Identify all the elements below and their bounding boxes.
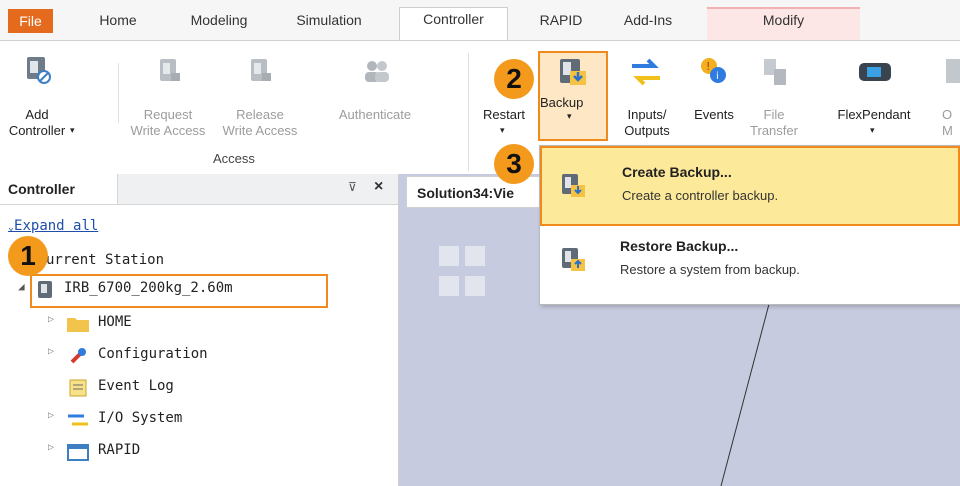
- expand-all-link[interactable]: ⌄Expand all: [8, 218, 98, 234]
- ribbon-tab-bar: File Home Modeling Simulation Controller…: [0, 0, 960, 40]
- tree-item-home[interactable]: HOME: [98, 314, 132, 330]
- expand-arrow-icon[interactable]: ▷: [48, 410, 54, 421]
- monitor-icon: [946, 59, 960, 83]
- flexpendant-icon: [859, 63, 891, 81]
- io-arrows-icon: [632, 58, 660, 86]
- create-backup-icon: [562, 174, 585, 197]
- tree-item-event-log[interactable]: Event Log: [98, 378, 174, 394]
- add-controller-label-1: Add: [25, 107, 49, 122]
- separator: [118, 63, 119, 123]
- tab-simulation[interactable]: Simulation: [286, 9, 372, 40]
- expand-arrow-icon[interactable]: ▷: [48, 442, 54, 453]
- backup-dropdown-menu: Create Backup... Create a controller bac…: [539, 145, 960, 305]
- file-transfer-label-2: Transfer: [750, 123, 798, 138]
- tree-item-io-system[interactable]: I/O System: [98, 410, 182, 426]
- chevron-down-icon: ▾: [870, 125, 875, 135]
- tab-modify[interactable]: Modify: [707, 7, 860, 40]
- controller-node-label[interactable]: IRB_6700_200kg_2.60m: [64, 280, 233, 296]
- inputs-label-2: Outputs: [624, 123, 670, 138]
- restart-label: Restart: [483, 107, 525, 122]
- restore-backup-icon: [562, 248, 585, 271]
- flexpendant-label: FlexPendant: [837, 107, 911, 122]
- online-monitor-label-2: M: [942, 123, 953, 138]
- authenticate-button[interactable]: Authenticate: [326, 55, 424, 147]
- controller-node-icon: [38, 281, 52, 298]
- controller-add-icon: [27, 57, 51, 84]
- group-label-access: Access: [213, 151, 255, 166]
- expand-all-label: Expand all: [14, 218, 99, 234]
- events-icon: ! i: [701, 58, 726, 83]
- chevron-down-icon: ▾: [500, 125, 505, 135]
- tab-rapid[interactable]: RAPID: [532, 9, 590, 40]
- pin-icon[interactable]: ⊽: [348, 180, 357, 194]
- backup-button[interactable]: Backup ▾: [538, 51, 608, 141]
- restore-backup-desc: Restore a system from backup.: [620, 262, 800, 277]
- expand-arrow-icon[interactable]: ▷: [48, 346, 54, 357]
- create-backup-title: Create Backup...: [622, 164, 732, 180]
- release-access-icon: [251, 59, 271, 81]
- chevron-down-icon: ▾: [70, 125, 75, 135]
- panel-title-tab[interactable]: Controller: [0, 174, 118, 204]
- event-log-icon: [69, 379, 87, 397]
- create-backup-desc: Create a controller backup.: [622, 188, 779, 203]
- events-button[interactable]: ! i Events: [686, 55, 742, 147]
- backup-label: Backup: [540, 95, 584, 110]
- file-transfer-button[interactable]: File Transfer: [746, 55, 802, 147]
- restore-backup-title: Restore Backup...: [620, 238, 739, 254]
- tab-add-ins[interactable]: Add-Ins: [617, 9, 679, 40]
- online-monitor-button[interactable]: O M: [934, 55, 960, 147]
- collapse-arrow-icon[interactable]: ◢: [18, 280, 25, 293]
- tab-home[interactable]: Home: [92, 9, 144, 40]
- close-icon[interactable]: ×: [374, 178, 383, 196]
- backup-icon: [560, 59, 586, 85]
- add-controller-button[interactable]: Add Controller ▾: [2, 55, 75, 147]
- file-transfer-icon: [764, 59, 786, 85]
- request-label-2: Write Access: [130, 123, 206, 138]
- file-transfer-label-1: File: [763, 107, 785, 122]
- release-write-access-button[interactable]: Release Write Access: [212, 55, 308, 147]
- current-station-label: urrent Station: [46, 252, 165, 268]
- menu-item-create-backup[interactable]: Create Backup... Create a controller bac…: [540, 146, 960, 226]
- tab-controller[interactable]: Controller: [399, 7, 508, 40]
- step-badge-1: 1: [8, 236, 48, 276]
- menu-item-restore-backup[interactable]: Restore Backup... Restore a system from …: [540, 228, 960, 300]
- events-label: Events: [694, 107, 734, 122]
- tab-modeling[interactable]: Modeling: [179, 9, 259, 40]
- release-label-1: Release: [236, 107, 284, 122]
- add-controller-label-2: Controller: [8, 123, 66, 138]
- authenticate-label: Authenticate: [338, 107, 412, 122]
- expand-arrow-icon[interactable]: ▷: [48, 314, 54, 325]
- panel-header: Controller ⊽ ×: [0, 174, 398, 205]
- request-write-access-button[interactable]: Request Write Access: [124, 55, 212, 147]
- step-badge-3: 3: [494, 144, 534, 184]
- users-icon: [365, 61, 389, 82]
- rapid-icon: [67, 444, 89, 461]
- tab-file[interactable]: File: [8, 9, 53, 33]
- svg-text:!: !: [706, 60, 710, 73]
- chevron-down-icon: ▾: [567, 111, 572, 121]
- separator: [468, 53, 469, 171]
- svg-text:i: i: [716, 71, 719, 82]
- request-access-icon: [160, 59, 180, 81]
- release-label-2: Write Access: [222, 123, 298, 138]
- viewport-tab[interactable]: Solution34:Vie: [406, 176, 556, 208]
- step-badge-2: 2: [494, 59, 534, 99]
- inputs-label-1: Inputs/: [627, 107, 667, 122]
- tree-item-rapid[interactable]: RAPID: [98, 442, 140, 458]
- inputs-outputs-button[interactable]: Inputs/ Outputs: [612, 55, 682, 147]
- tree-item-configuration[interactable]: Configuration: [98, 346, 208, 362]
- online-monitor-label-1: O: [942, 107, 953, 122]
- io-system-icon: [68, 414, 88, 426]
- request-label-1: Request: [143, 107, 193, 122]
- folder-icon: [67, 318, 89, 332]
- controller-panel: Controller ⊽ × ⌄Expand all urrent Statio…: [0, 174, 399, 486]
- flexpendant-button[interactable]: FlexPendant ▾: [824, 55, 924, 147]
- configuration-icon: [70, 348, 86, 364]
